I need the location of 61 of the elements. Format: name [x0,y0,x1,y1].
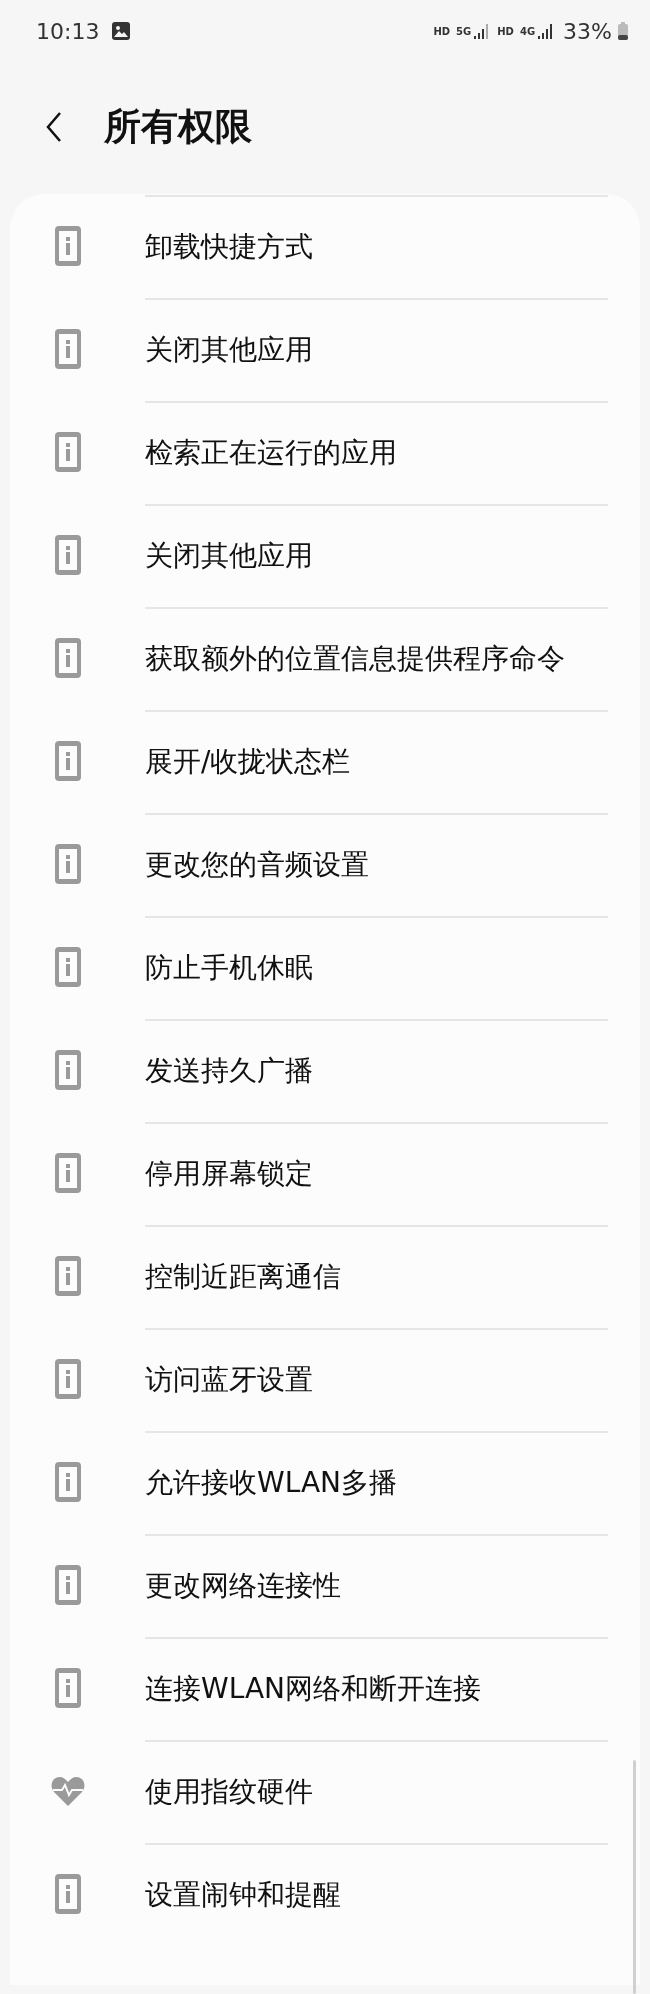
device-info-icon [54,1255,81,1296]
network-type: 5G [456,25,472,37]
permission-item[interactable]: 卸载快捷方式 [10,194,640,297]
permission-item[interactable]: 使用指纹硬件 [10,1739,640,1842]
permission-item[interactable]: 更改您的音频设置 [10,812,640,915]
permission-label: 控制近距离通信 [145,1258,341,1295]
device-info-icon [54,1049,81,1090]
permission-label: 允许接收WLAN多播 [145,1464,398,1501]
permission-label: 关闭其他应用 [145,537,313,574]
permission-item[interactable]: 连接WLAN网络和断开连接 [10,1636,640,1739]
device-info-icon [54,1152,81,1193]
permission-label: 关闭其他应用 [145,331,313,368]
permission-label: 发送持久广播 [145,1052,313,1089]
device-info-icon [54,740,81,781]
permission-item[interactable]: 检索正在运行的应用 [10,400,640,503]
permission-label: 设置闹钟和提醒 [145,1876,341,1913]
device-info-icon [54,1358,81,1399]
device-info-icon [54,1564,81,1605]
permission-label: 获取额外的位置信息提供程序命令 [145,640,565,677]
permission-label: 卸载快捷方式 [145,228,313,265]
network-type: 4G [519,25,536,37]
back-button[interactable] [44,111,64,143]
permission-item[interactable]: 允许接收WLAN多播 [10,1430,640,1533]
battery-level: 33% [563,18,612,44]
permission-item[interactable]: 关闭其他应用 [10,297,640,400]
device-info-icon [54,225,81,266]
permission-label: 展开/收拢状态栏 [145,743,351,780]
permission-label: 更改您的音频设置 [145,846,369,883]
permission-label: 停用屏幕锁定 [145,1155,313,1192]
permission-item[interactable]: 更改网络连接性 [10,1533,640,1636]
device-info-icon [54,843,81,884]
device-info-icon [54,946,81,987]
device-info-icon [54,534,81,575]
permission-item[interactable]: 控制近距离通信 [10,1224,640,1327]
permission-item[interactable]: 访问蓝牙设置 [10,1327,640,1430]
device-info-icon [54,431,81,472]
battery-icon [618,22,628,40]
permission-label: 检索正在运行的应用 [145,434,397,471]
status-time: 10:13 [36,18,100,44]
hd-indicator: HD [497,25,514,37]
permission-item[interactable]: 展开/收拢状态栏 [10,709,640,812]
permission-label: 使用指纹硬件 [145,1773,313,1810]
page-title: 所有权限 [104,104,252,150]
hd-indicator: HD [433,25,451,37]
device-info-icon [54,328,81,369]
permission-item[interactable]: 防止手机休眠 [10,915,640,1018]
permission-item[interactable]: 设置闹钟和提醒 [10,1842,640,1945]
heart-pulse-icon [50,1775,85,1806]
permission-label: 更改网络连接性 [145,1567,341,1604]
image-icon [111,21,132,41]
device-info-icon [54,637,81,678]
permission-item[interactable]: 发送持久广播 [10,1018,640,1121]
device-info-icon [54,1461,81,1502]
permission-item[interactable]: 获取额外的位置信息提供程序命令 [10,606,640,709]
device-info-icon [54,1667,81,1708]
permission-label: 访问蓝牙设置 [145,1361,313,1398]
permission-label: 连接WLAN网络和断开连接 [145,1670,482,1707]
permission-item[interactable]: 关闭其他应用 [10,503,640,606]
permission-item[interactable]: 停用屏幕锁定 [10,1121,640,1224]
permission-label: 防止手机休眠 [145,949,313,986]
device-info-icon [54,1873,81,1914]
